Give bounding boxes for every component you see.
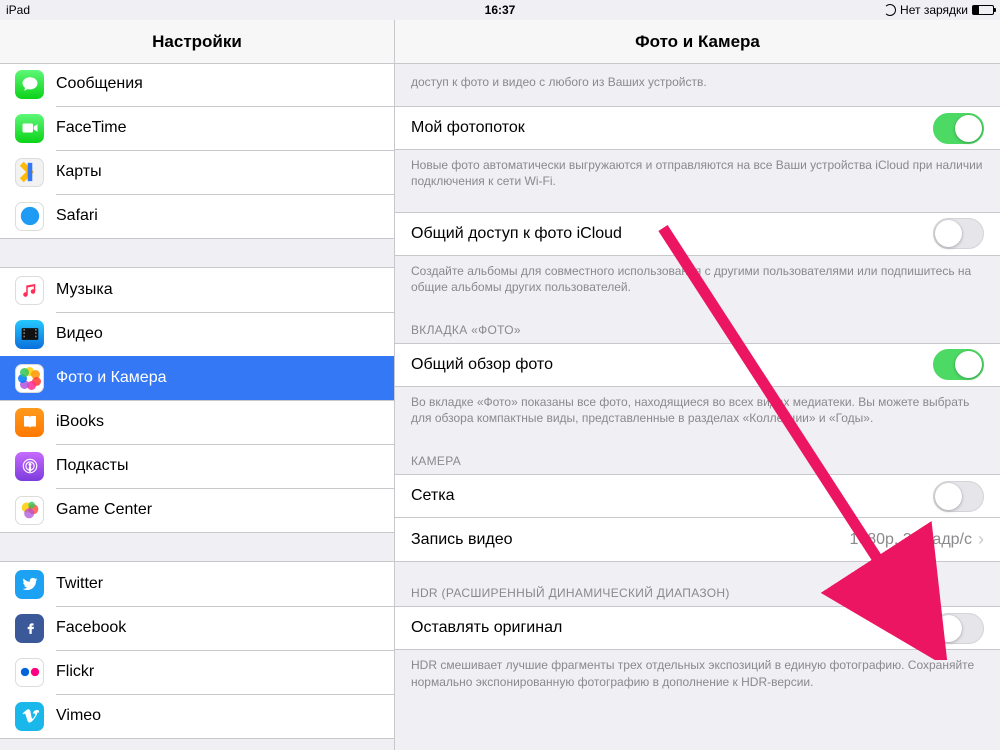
video-icon [15,320,44,349]
sync-icon [884,4,896,16]
chevron-right-icon: › [978,529,984,550]
sidebar-item-facebook[interactable]: Facebook [0,606,394,650]
sidebar-item-label: Game Center [56,501,152,519]
sidebar-scroll[interactable]: Сообщения FaceTime Карты [0,64,394,750]
sidebar-item-vimeo[interactable]: Vimeo [0,694,394,738]
sidebar-item-safari[interactable]: Safari [0,194,394,238]
sidebar-item-photos[interactable]: Фото и Камера [0,356,394,400]
hdr-footer: HDR смешивает лучшие фрагменты трех отде… [395,650,1000,693]
setting-label: Общий обзор фото [411,356,933,374]
setting-record-video[interactable]: Запись видео 1080p, 30 кадр/с › [395,518,1000,562]
flickr-icon [15,658,44,687]
ibooks-icon [15,408,44,437]
messages-icon [15,70,44,99]
sidebar-item-label: Музыка [56,281,113,299]
sidebar-item-label: Подкасты [56,457,128,475]
facetime-icon [15,114,44,143]
sidebar-item-label: Facebook [56,619,126,637]
setting-value: 1080p, 30 кадр/с [849,531,972,549]
setting-keep-original[interactable]: Оставлять оригинал [395,606,1000,650]
setting-label: Запись видео [411,531,849,549]
sidebar-item-label: Фото и Камера [56,369,167,387]
setting-grid[interactable]: Сетка [395,474,1000,518]
sidebar-item-label: Карты [56,163,102,181]
sidebar-item-gamecenter[interactable]: Game Center [0,488,394,532]
sidebar-item-maps[interactable]: Карты [0,150,394,194]
statusbar-right: Нет зарядки [884,3,994,17]
sidebar-item-music[interactable]: Музыка [0,268,394,312]
sidebar-title: Настройки [0,20,394,64]
music-icon [15,276,44,305]
photostream-footer: Новые фото автоматически выгружаются и о… [395,150,1000,193]
sidebar-item-label: Flickr [56,663,94,681]
podcasts-icon [15,452,44,481]
summary-footer: Во вкладке «Фото» показаны все фото, нах… [395,387,1000,430]
setting-label: Оставлять оригинал [411,619,933,637]
setting-label: Мой фотопоток [411,119,933,137]
sidebar-item-twitter[interactable]: Twitter [0,562,394,606]
detail-title: Фото и Камера [395,20,1000,64]
section-header-hdr: HDR (РАСШИРЕННЫЙ ДИНАМИЧЕСКИЙ ДИАПАЗОН) [395,580,1000,606]
sidebar-item-podcasts[interactable]: Подкасты [0,444,394,488]
sidebar-item-label: Twitter [56,575,103,593]
sidebar-item-facetime[interactable]: FaceTime [0,106,394,150]
statusbar-charging: Нет зарядки [900,3,968,17]
setting-photostream[interactable]: Мой фотопоток [395,106,1000,150]
statusbar-device: iPad [6,3,30,17]
sidebar-item-ibooks[interactable]: iBooks [0,400,394,444]
settings-sidebar: Настройки Сообщения FaceTime [0,20,395,750]
section-header-phototab: ВКЛАДКА «ФОТО» [395,317,1000,343]
gamecenter-icon [15,496,44,525]
sidebar-item-label: Видео [56,325,103,343]
setting-label: Сетка [411,487,933,505]
grid-switch[interactable] [933,481,984,512]
keep-original-switch[interactable] [933,613,984,644]
photostream-switch[interactable] [933,113,984,144]
sidebar-item-flickr[interactable]: Flickr [0,650,394,694]
setting-summary[interactable]: Общий обзор фото [395,343,1000,387]
sidebar-item-video[interactable]: Видео [0,312,394,356]
facebook-icon [15,614,44,643]
sidebar-item-label: Vimeo [56,707,101,725]
twitter-icon [15,570,44,599]
icloud-sharing-footer: Создайте альбомы для совместного использ… [395,256,1000,299]
status-bar: iPad 16:37 Нет зарядки [0,0,1000,20]
sidebar-item-label: FaceTime [56,119,127,137]
sidebar-item-messages[interactable]: Сообщения [0,64,394,106]
sidebar-item-label: iBooks [56,413,104,431]
statusbar-time: 16:37 [485,3,516,17]
battery-icon [972,5,994,15]
icloud-sharing-switch[interactable] [933,218,984,249]
icloud-library-footer: доступ к фото и видео с любого из Ваших … [395,67,1000,94]
detail-pane: Фото и Камера доступ к фото и видео с лю… [395,20,1000,750]
sidebar-item-label: Сообщения [56,75,143,93]
photos-icon [15,364,44,393]
safari-icon [15,202,44,231]
summary-switch[interactable] [933,349,984,380]
detail-scroll[interactable]: доступ к фото и видео с любого из Ваших … [395,64,1000,750]
maps-icon [15,158,44,187]
sidebar-item-label: Safari [56,207,98,225]
section-header-camera: КАМЕРА [395,448,1000,474]
vimeo-icon [15,702,44,731]
setting-label: Общий доступ к фото iCloud [411,225,933,243]
setting-icloud-sharing[interactable]: Общий доступ к фото iCloud [395,212,1000,256]
